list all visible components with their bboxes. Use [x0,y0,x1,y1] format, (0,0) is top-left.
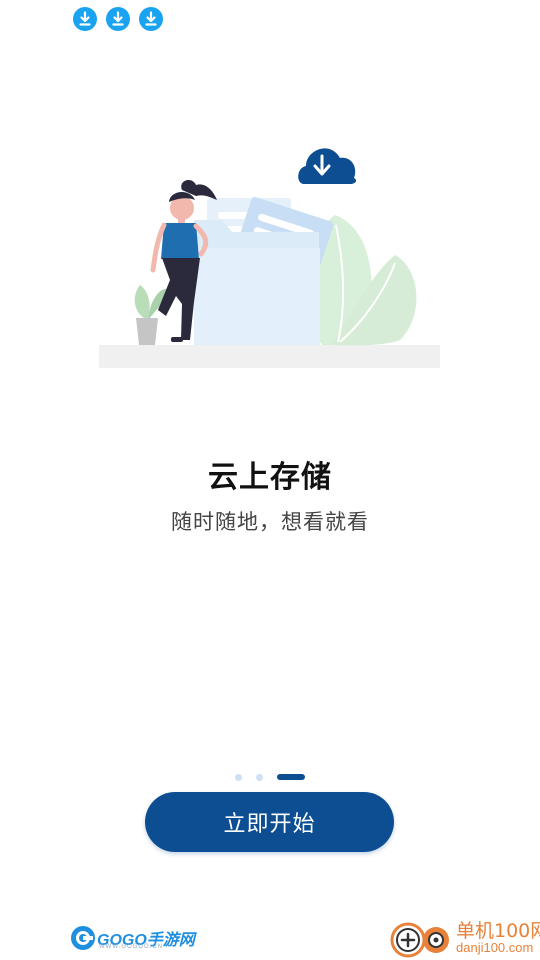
danji100-watermark-logo: 单机100网 danji100.com [388,914,540,960]
page-indicator [0,771,540,783]
cloud-storage-illustration [99,148,440,368]
danji100-url: danji100.com [456,940,534,955]
page-title: 云上存储 [208,460,332,495]
download-icon [106,7,130,31]
floor-shelf [99,345,440,368]
page-dot-1 [235,774,242,781]
gogo-watermark-logo: GOGO手游网 WWW.GOGOO.CN [70,922,195,954]
download-icon [73,7,97,31]
page-dot-2 [256,774,263,781]
gamepad-icon [390,922,449,958]
cloud-download-icon [298,148,357,184]
danji100-name: 单机100网 [456,920,540,942]
gogo-logo-icon [71,926,95,950]
download-icon [139,7,163,31]
page-subtitle: 随时随地，想看就看 [171,510,369,534]
folder [194,220,320,345]
status-bar [0,0,540,40]
page-dot-3-active [277,774,305,780]
start-button[interactable]: 立即开始 [145,792,394,852]
gogo-logo-url: WWW.GOGOO.CN [99,944,163,950]
